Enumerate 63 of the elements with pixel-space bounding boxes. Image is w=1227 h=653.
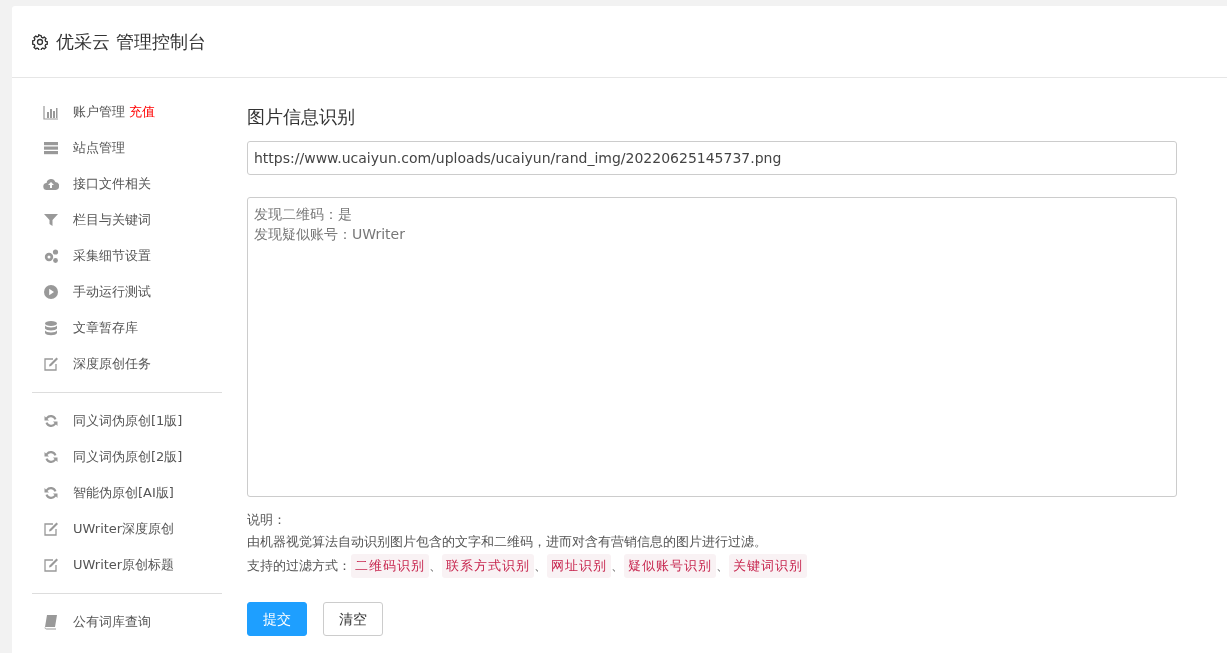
sidebar-item[interactable]: 文章暂存库: [32, 310, 222, 346]
sidebar-item[interactable]: 同义词伪原创[1版]: [32, 403, 222, 439]
sidebar-item[interactable]: 采集细节设置: [32, 238, 222, 274]
filter-icon: [43, 212, 59, 228]
sidebar-item[interactable]: UWriter深度原创: [32, 511, 222, 547]
filters-label: 支持的过滤方式：: [247, 556, 351, 575]
recharge-link[interactable]: 充值: [129, 102, 155, 122]
sidebar-item[interactable]: 同义词伪原创[2版]: [32, 439, 222, 475]
description-text: 由机器视觉算法自动识别图片包含的文字和二维码，进而对含有营销信息的图片进行过滤。: [247, 533, 768, 552]
settings-icon: [32, 33, 48, 50]
refresh-icon: [43, 413, 59, 429]
sidebar-item[interactable]: 公有词库查询: [32, 604, 222, 640]
menu-label[interactable]: 智能伪原创[AI版]: [73, 483, 174, 503]
sidebar-item[interactable]: 账户管理 充值: [32, 94, 222, 130]
filter-tag: 疑似账号识别: [624, 553, 716, 579]
menu-label[interactable]: 账户管理: [73, 102, 125, 122]
refresh-icon: [43, 485, 59, 501]
filter-tag: 二维码识别: [351, 553, 429, 579]
book-icon: [43, 614, 59, 630]
sidebar-item[interactable]: 深度原创任务: [32, 346, 222, 382]
menu-label[interactable]: 采集细节设置: [73, 246, 151, 266]
menu-label[interactable]: 公有词库查询: [73, 612, 151, 632]
menu-label[interactable]: 同义词伪原创[2版]: [73, 447, 183, 467]
sidebar-item[interactable]: 智能伪原创[AI版]: [32, 475, 222, 511]
separator-mark: 、: [611, 556, 624, 575]
result-line: 发现二维码：是: [254, 204, 353, 224]
play-icon: [43, 284, 59, 300]
sidebar-item[interactable]: 站点管理: [32, 130, 222, 166]
sidebar-item[interactable]: 栏目与关键词: [32, 202, 222, 238]
menu-label[interactable]: UWriter深度原创: [73, 519, 175, 539]
database-icon: [43, 320, 59, 336]
menu-label[interactable]: 手动运行测试: [73, 282, 151, 302]
menu-label[interactable]: 站点管理: [73, 138, 125, 158]
menu-label[interactable]: 深度原创任务: [73, 354, 151, 374]
sidebar-item[interactable]: 手动运行测试: [32, 274, 222, 310]
server-icon: [43, 140, 59, 156]
notes-title: 说明：: [247, 510, 287, 529]
gears-icon: [43, 248, 59, 264]
clear-button[interactable]: 清空: [323, 602, 383, 637]
section-title: 图片信息识别: [247, 106, 356, 128]
edit-icon: [43, 356, 59, 372]
filter-tag: 关键词识别: [729, 553, 807, 579]
menu-label[interactable]: 文章暂存库: [73, 318, 138, 338]
menu-label[interactable]: 接口文件相关: [73, 174, 151, 194]
filter-tag: 网址识别: [547, 553, 611, 579]
sidebar-item[interactable]: 接口文件相关: [32, 166, 222, 202]
separator-mark: 、: [429, 556, 442, 575]
menu-label[interactable]: 同义词伪原创[1版]: [73, 411, 183, 431]
url-field[interactable]: https://www.ucaiyun.com/uploads/ucaiyun/rand_img/20220625145737.png: [247, 140, 1177, 175]
separator-mark: 、: [716, 556, 729, 575]
bar-chart-icon: [43, 104, 59, 120]
cloud-upload-icon: [43, 176, 59, 192]
refresh-icon: [43, 449, 59, 465]
sidebar-item[interactable]: UWriter原创标题: [32, 547, 222, 583]
separator-mark: 、: [534, 556, 547, 575]
edit-icon: [43, 557, 59, 573]
filter-tag: 联系方式识别: [442, 553, 534, 579]
menu-label[interactable]: 栏目与关键词: [73, 210, 151, 230]
result-box[interactable]: 发现二维码：是 发现疑似账号：UWriter: [247, 196, 1177, 497]
result-line: 发现疑似账号：UWriter: [254, 224, 406, 244]
app-title: 优采云 管理控制台: [56, 30, 206, 54]
menu-label[interactable]: UWriter原创标题: [73, 555, 175, 575]
edit-icon: [43, 521, 59, 537]
